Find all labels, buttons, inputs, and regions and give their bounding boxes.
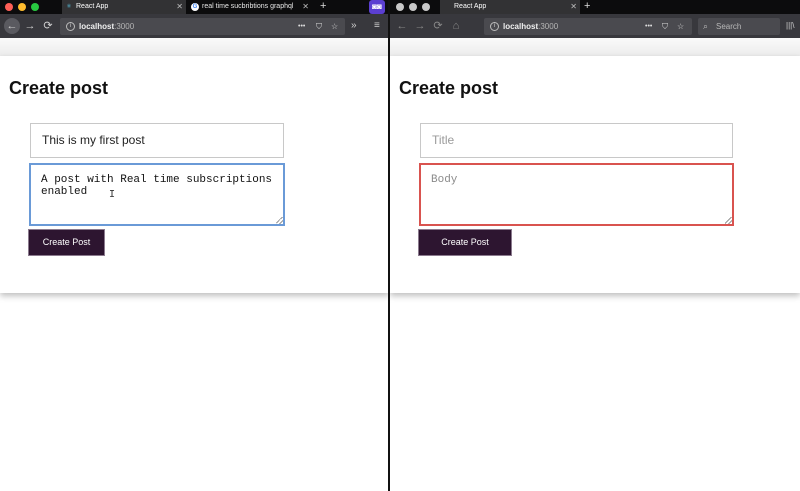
close-tab-icon[interactable]: ✕ <box>570 0 577 14</box>
tab-label: React App <box>76 3 109 10</box>
search-placeholder: Search <box>716 22 742 31</box>
hamburger-menu-icon[interactable]: ≡ <box>374 18 380 34</box>
tab-label: React App <box>454 3 487 10</box>
forward-button[interactable]: → <box>412 18 428 34</box>
new-tab-button[interactable]: + <box>584 0 590 13</box>
tab-bar: React App ✕ + <box>390 0 800 14</box>
url-port: :3000 <box>538 22 559 31</box>
info-icon[interactable]: i <box>66 22 75 31</box>
bookmark-icon[interactable]: ☆ <box>677 18 684 35</box>
page-content: Create post This is my first post A post… <box>0 38 389 491</box>
nav-toolbar: ← → ⟳ i localhost:3000 ••• ⛉ ☆ » ≡ <box>0 14 389 38</box>
url-host: localhost <box>503 22 539 31</box>
search-input[interactable]: ⌕ Search <box>698 18 780 35</box>
back-button[interactable]: ← <box>394 18 410 34</box>
tab-label: real time sucbribtions graphql <box>202 3 294 10</box>
bookmark-icon[interactable]: ☆ <box>331 18 338 35</box>
minimize-window-button[interactable] <box>18 3 26 11</box>
forward-button[interactable]: → <box>22 18 38 34</box>
url-host: localhost <box>79 22 115 31</box>
reload-button[interactable]: ⟳ <box>430 18 446 34</box>
title-input[interactable]: Title <box>420 123 733 158</box>
page-header-band <box>0 38 389 56</box>
minimize-window-button[interactable] <box>409 3 417 11</box>
library-icon[interactable]: |||\ <box>786 18 794 34</box>
url-bar[interactable]: i localhost:3000 ••• ⛉ ☆ <box>60 18 345 35</box>
page-title: Create post <box>9 78 109 98</box>
zoom-window-button[interactable] <box>422 3 430 11</box>
google-icon: G <box>191 3 199 11</box>
tab-bar: ⚛ React App ✕ G real time sucbribtions g… <box>0 0 389 14</box>
back-button[interactable]: ← <box>4 18 20 34</box>
pocket-icon[interactable]: ⛉ <box>662 18 668 35</box>
page-actions-icon[interactable]: ••• <box>298 18 305 35</box>
home-button[interactable]: ⌂ <box>448 18 464 34</box>
left-browser-window: ⚛ React App ✕ G real time sucbribtions g… <box>0 0 389 491</box>
title-input[interactable]: This is my first post <box>30 123 284 158</box>
tab-search[interactable]: G real time sucbribtions graphql ✕ <box>188 0 312 14</box>
body-textarea[interactable]: Body <box>419 163 734 226</box>
react-icon: ⚛ <box>66 4 72 10</box>
url-port: :3000 <box>114 22 135 31</box>
reload-button[interactable]: ⟳ <box>40 18 56 34</box>
overflow-menu-icon[interactable]: » <box>351 18 357 34</box>
right-browser-window: React App ✕ + ← → ⟳ ⌂ i localhost:3000 •… <box>390 0 800 491</box>
page-title: Create post <box>399 78 499 98</box>
close-tab-icon[interactable]: ✕ <box>176 0 183 14</box>
create-post-card: Create post Title Body Create Post <box>390 56 800 293</box>
close-window-button[interactable] <box>5 3 13 11</box>
url-bar[interactable]: i localhost:3000 ••• ⛉ ☆ <box>484 18 692 35</box>
new-tab-button[interactable]: + <box>320 0 326 13</box>
page-header-band <box>390 38 800 56</box>
tab-react-app[interactable]: React App ✕ <box>440 0 580 14</box>
private-browsing-icon: ◙◙ <box>369 0 385 14</box>
create-post-card: Create post This is my first post A post… <box>0 56 389 293</box>
info-icon[interactable]: i <box>490 22 499 31</box>
zoom-window-button[interactable] <box>31 3 39 11</box>
page-content: Create post Title Body Create Post <box>390 38 800 491</box>
create-post-button[interactable]: Create Post <box>28 229 105 256</box>
close-tab-icon[interactable]: ✕ <box>302 0 309 14</box>
pocket-icon[interactable]: ⛉ <box>316 18 322 35</box>
create-post-button[interactable]: Create Post <box>418 229 512 256</box>
nav-toolbar: ← → ⟳ ⌂ i localhost:3000 ••• ⛉ ☆ ⌕ Searc… <box>390 14 800 38</box>
close-window-button[interactable] <box>396 3 404 11</box>
page-actions-icon[interactable]: ••• <box>645 18 652 35</box>
body-textarea[interactable]: A post with Real time subscriptions enab… <box>29 163 285 226</box>
tab-react-app[interactable]: ⚛ React App ✕ <box>62 0 186 14</box>
search-icon: ⌕ <box>703 21 709 31</box>
